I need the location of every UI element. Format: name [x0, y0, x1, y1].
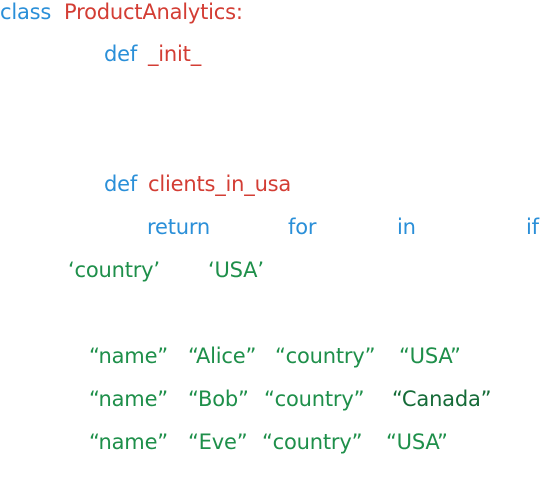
record-2-name-value: “Bob”: [188, 387, 249, 411]
def-keyword-init: def: [104, 42, 138, 66]
class-name: ProductAnalytics:: [64, 0, 243, 24]
record-2-country-value: “Canada”: [392, 387, 492, 411]
record-3-name-key: “name”: [89, 430, 168, 454]
record-1-name-key: “name”: [89, 344, 168, 368]
usa-value-string: ‘USA’: [208, 258, 264, 282]
record-1-name-value: “Alice”: [188, 344, 257, 368]
record-1-country-key: “country”: [275, 344, 376, 368]
record-3-name-value: “Eve”: [188, 430, 248, 454]
return-keyword: return: [147, 215, 211, 239]
if-keyword: if: [526, 215, 539, 239]
record-2-country-key: “country”: [264, 387, 365, 411]
class-keyword: class: [0, 0, 52, 24]
clients-method-name: clients_in_usa: [148, 172, 292, 196]
code-canvas: { "colors": { "keyword": "#2a8fd8", "ide…: [0, 0, 540, 496]
country-key-string: ‘country’: [68, 258, 160, 282]
record-3-country-key: “country”: [262, 430, 363, 454]
record-3-country-value: “USA”: [386, 430, 448, 454]
for-keyword: for: [288, 215, 317, 239]
in-keyword: in: [397, 215, 416, 239]
record-2-name-key: “name”: [89, 387, 168, 411]
def-keyword-clients: def: [104, 172, 138, 196]
record-1-country-value: “USA”: [399, 344, 461, 368]
init-method-name: _init_: [148, 42, 202, 66]
